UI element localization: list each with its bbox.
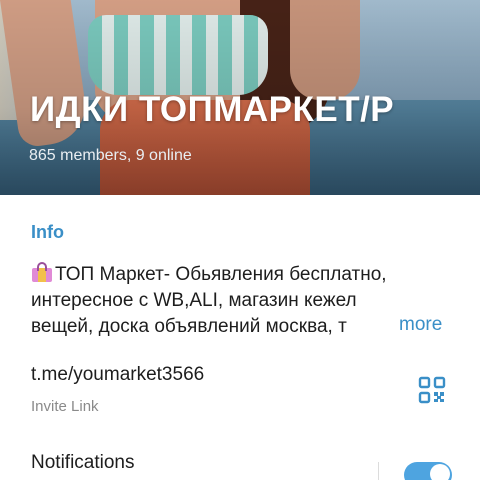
description-line: ТОП Маркет- Обьявления бесплатно, xyxy=(31,262,456,288)
description-text: ТОП Маркет- Обьявления бесплатно, xyxy=(55,264,387,285)
info-heading: Info xyxy=(31,222,64,242)
toggle-knob xyxy=(430,464,450,480)
group-title: ИДКИ ТОПМАРКЕТ/Р xyxy=(30,90,395,129)
group-description[interactable]: ТОП Маркет- Обьявления бесплатно, интере… xyxy=(31,262,456,340)
more-button[interactable]: more xyxy=(399,314,442,336)
qr-code-icon[interactable] xyxy=(418,376,446,404)
description-text: вещей, доска объявлений москва, т xyxy=(31,316,347,337)
invite-link-caption: Invite Link xyxy=(31,398,99,415)
divider xyxy=(378,462,379,480)
description-line: интересное с WB,ALI, магазин кежел xyxy=(31,290,357,311)
notifications-toggle[interactable] xyxy=(404,462,452,480)
shopping-bags-icon xyxy=(31,262,53,282)
profile-header[interactable]: ИДКИ ТОПМАРКЕТ/Р 865 members, 9 online xyxy=(0,0,480,195)
description-line: вещей, доска объявлений москва, т xyxy=(31,314,446,340)
notifications-label: Notifications xyxy=(31,452,135,473)
invite-link[interactable]: t.me/youmarket3566 xyxy=(31,364,204,386)
member-count: 865 members, 9 online xyxy=(29,147,192,164)
